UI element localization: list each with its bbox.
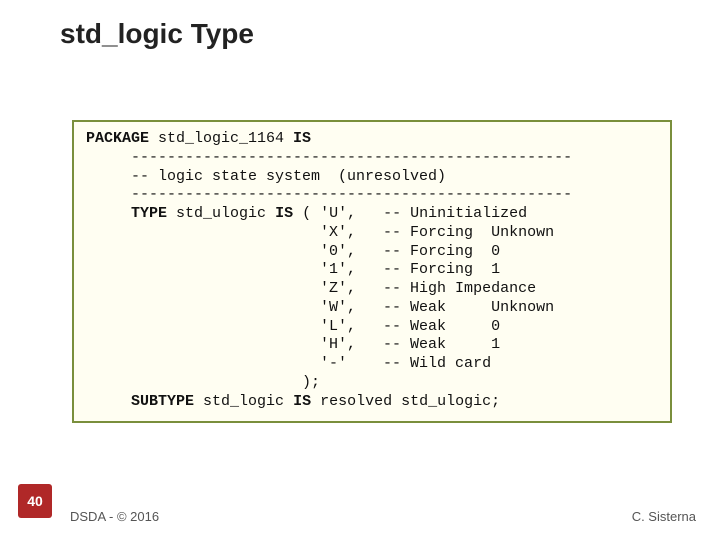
kw-is: IS — [293, 393, 311, 410]
code-text: resolved std_ulogic; — [311, 393, 500, 410]
kw-is: IS — [275, 205, 293, 222]
code-text: -- logic state system (unresolved) — [86, 168, 446, 185]
kw-type: TYPE — [131, 205, 167, 222]
slide-title: std_logic Type — [60, 18, 254, 50]
code-text: 'W', -- Weak Unknown — [86, 299, 554, 316]
code-text: 'X', -- Forcing Unknown — [86, 224, 554, 241]
code-text: '-' -- Wild card — [86, 355, 491, 372]
code-text: std_logic — [194, 393, 293, 410]
code-text — [86, 205, 131, 222]
code-box: PACKAGE std_logic_1164 IS --------------… — [72, 120, 672, 423]
code-text: 'Z', -- High Impedance — [86, 280, 536, 297]
code-text: ----------------------------------------… — [86, 149, 572, 166]
footer-left: DSDA - © 2016 — [70, 509, 159, 524]
code-text: 'L', -- Weak 0 — [86, 318, 500, 335]
code-block: PACKAGE std_logic_1164 IS --------------… — [86, 130, 658, 411]
code-text: '1', -- Forcing 1 — [86, 261, 500, 278]
kw-subtype: SUBTYPE — [131, 393, 194, 410]
code-text — [86, 393, 131, 410]
page-number: 40 — [27, 493, 43, 509]
code-text: 'H', -- Weak 1 — [86, 336, 500, 353]
footer-right: C. Sisterna — [632, 509, 696, 524]
code-text: ( 'U', -- Uninitialized — [293, 205, 527, 222]
slide: std_logic Type PACKAGE std_logic_1164 IS… — [0, 0, 720, 540]
page-number-badge: 40 — [18, 484, 52, 518]
code-text: '0', -- Forcing 0 — [86, 243, 500, 260]
code-text: std_logic_1164 — [149, 130, 293, 147]
code-text: std_ulogic — [167, 205, 275, 222]
code-text: ----------------------------------------… — [86, 186, 572, 203]
code-text: ); — [86, 374, 320, 391]
kw-package: PACKAGE — [86, 130, 149, 147]
kw-is: IS — [293, 130, 311, 147]
